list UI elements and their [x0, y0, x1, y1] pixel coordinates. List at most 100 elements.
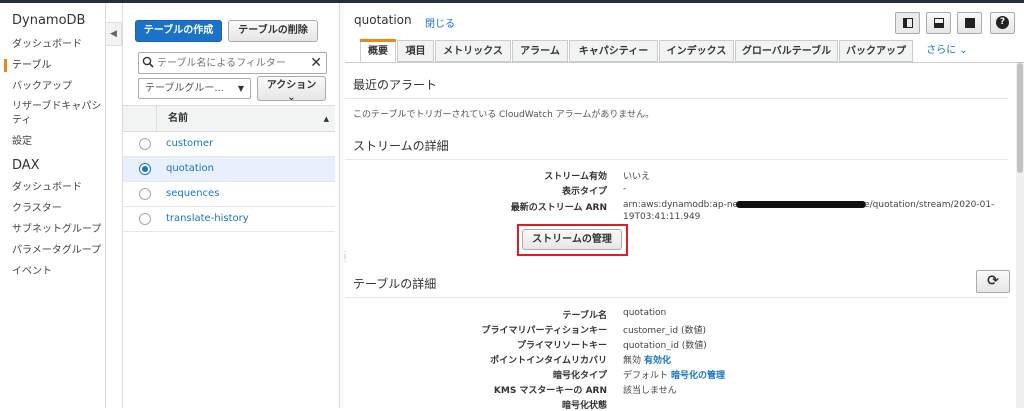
tab-more[interactable]: さらに ⌄	[922, 40, 972, 62]
table-name-link[interactable]: customer	[166, 132, 213, 156]
stream-arn-value: arn:aws:dynamodb:ap-ne e/quotation/stream…	[623, 200, 994, 210]
table-name-link[interactable]: translate-history	[166, 207, 249, 231]
column-header-name[interactable]: 名前	[168, 106, 188, 132]
encryption-type-text: デフォルト	[623, 371, 669, 381]
split-horizontal-icon	[934, 18, 944, 28]
nav-item-settings[interactable]: 設定	[0, 131, 105, 152]
table-row[interactable]: sequences	[123, 182, 335, 207]
manage-stream-button[interactable]: ストリームの管理	[522, 229, 622, 250]
refresh-icon: ⟳	[987, 273, 999, 289]
table-group-select[interactable]: テーブルグルー... ▼	[138, 78, 251, 99]
table-row[interactable]: customer	[123, 132, 335, 157]
sort-asc-icon[interactable]: ▲	[324, 106, 329, 132]
arn-prefix: arn:aws:dynamodb:ap-ne	[623, 200, 739, 210]
redaction-mark	[736, 201, 867, 208]
nav-item-clusters[interactable]: クラスター	[0, 198, 105, 219]
kms-arn-label: KMS マスターキーの ARN	[493, 386, 607, 396]
pitr-status: 無効	[623, 356, 642, 366]
pitr-label: ポイントインタイムリカバリ	[490, 356, 607, 366]
nav-section-dax: DAX	[12, 158, 40, 173]
enable-pitr-link[interactable]: 有効化	[644, 356, 671, 366]
view-type-label: 表示タイプ	[561, 187, 607, 197]
row-radio[interactable]	[139, 188, 151, 200]
stream-arn-line2: 19T03:41:11.949	[623, 212, 701, 222]
nav-item-events[interactable]: イベント	[0, 261, 105, 282]
caret-down-icon: ⌄	[287, 92, 296, 101]
table-header: 名前 ▲	[123, 105, 335, 132]
create-table-button[interactable]: テーブルの作成	[135, 20, 222, 42]
table-name-link[interactable]: sequences	[166, 182, 219, 206]
table-name-label: テーブル名	[562, 311, 607, 321]
tab-capacity[interactable]: キャパシティー	[569, 40, 658, 62]
sort-key-value: quotation_id (数値)	[623, 341, 707, 351]
close-link[interactable]: 閉じる	[425, 15, 455, 30]
stream-enabled-value: いいえ	[623, 172, 651, 182]
tab-items[interactable]: 項目	[397, 40, 434, 62]
scrollbar[interactable]	[1016, 63, 1024, 408]
partition-key-label: プライマリパーティションキー	[481, 326, 607, 336]
chevron-left-icon: ◀	[110, 29, 117, 39]
refresh-button[interactable]: ⟳	[976, 270, 1010, 293]
tab-global-tables[interactable]: グローバルテーブル	[735, 40, 838, 62]
table-row[interactable]: quotation	[123, 157, 335, 182]
arn-suffix: e/quotation/stream/2020-01-	[864, 200, 995, 210]
collapse-nav-button[interactable]: ◀	[106, 22, 122, 46]
table-name-link[interactable]: quotation	[166, 157, 214, 181]
tab-backups[interactable]: バックアップ	[839, 40, 913, 62]
actions-dropdown-button[interactable]: アクション ⌄	[257, 76, 326, 101]
kms-arn-value: 該当しません	[623, 386, 677, 396]
row-radio[interactable]	[139, 138, 151, 150]
table-list-panel: テーブルの作成 テーブルの削除 ✕ テーブルグルー... ▼ アクション⌄ 名前…	[123, 3, 335, 408]
nav-item-dashboard[interactable]: ダッシュボード	[0, 34, 105, 55]
table-filter: ✕	[138, 52, 327, 74]
nav-section-dynamodb: DynamoDB	[12, 13, 86, 28]
table-filter-input[interactable]	[157, 55, 307, 71]
table-group-select-value: テーブルグルー...	[145, 83, 224, 94]
layout-split-horizontal-button[interactable]	[926, 12, 951, 34]
view-type-value: -	[623, 184, 627, 194]
layout-full-button[interactable]	[957, 12, 982, 34]
divider	[345, 98, 1008, 99]
tab-alarms[interactable]: アラーム	[512, 40, 568, 62]
no-alarms-message: このテーブルでトリガーされている CloudWatch アラームがありません。	[353, 110, 655, 120]
nav-item-subnet-groups[interactable]: サブネットグループ	[0, 219, 105, 240]
actions-label: アクション	[266, 80, 317, 91]
scrollbar-thumb[interactable]	[1017, 63, 1023, 173]
tab-indexes[interactable]: インデックス	[659, 40, 734, 62]
help-button[interactable]: ?	[990, 12, 1015, 34]
encryption-type-value: デフォルト 暗号化の管理	[623, 368, 725, 381]
pitr-value: 無効 有効化	[623, 353, 671, 366]
sidebar-nav: DynamoDB ダッシュボード テーブル バックアップ リザーブドキャパシティ…	[0, 3, 106, 408]
table-details-heading: テーブルの詳細	[353, 277, 437, 291]
stream-arn-label: 最新のストリーム ARN	[510, 203, 607, 213]
stream-details-heading: ストリームの詳細	[353, 139, 449, 153]
nav-item-reserved-capacity[interactable]: リザーブドキャパシティ	[0, 97, 105, 131]
nav-item-dax-dashboard[interactable]: ダッシュボード	[0, 177, 105, 198]
column-divider	[156, 106, 157, 132]
detail-title: quotation	[354, 13, 412, 27]
encryption-type-label: 暗号化タイプ	[552, 371, 607, 381]
table-row[interactable]: translate-history	[123, 207, 335, 232]
panel-splitter[interactable]: ⋮ ⋮	[339, 3, 349, 408]
nav-item-backups[interactable]: バックアップ	[0, 76, 105, 97]
nav-item-parameter-groups[interactable]: パラメータグループ	[0, 240, 105, 261]
tab-overview[interactable]: 概要	[360, 39, 396, 62]
delete-table-button[interactable]: テーブルの削除	[228, 20, 318, 42]
layout-split-vertical-button[interactable]	[895, 12, 920, 34]
partition-key-value: customer_id (数値)	[623, 326, 706, 336]
tab-metrics[interactable]: メトリックス	[435, 40, 511, 62]
nav-item-tables[interactable]: テーブル	[0, 55, 105, 76]
clear-filter-icon[interactable]: ✕	[310, 54, 322, 72]
divider	[345, 297, 1008, 298]
caret-down-icon: ▼	[237, 84, 244, 93]
encryption-status-label: 暗号化状態	[561, 401, 607, 411]
row-radio[interactable]	[139, 213, 151, 225]
table-name-value: quotation	[623, 308, 667, 318]
recent-alarms-heading: 最近のアラート	[353, 78, 438, 92]
row-radio[interactable]	[139, 163, 151, 175]
full-panel-icon	[965, 18, 975, 28]
sort-key-label: プライマリソートキー	[516, 341, 607, 351]
stream-enabled-label: ストリーム有効	[544, 172, 607, 182]
help-icon: ?	[996, 16, 1009, 29]
manage-encryption-link[interactable]: 暗号化の管理	[671, 371, 725, 381]
